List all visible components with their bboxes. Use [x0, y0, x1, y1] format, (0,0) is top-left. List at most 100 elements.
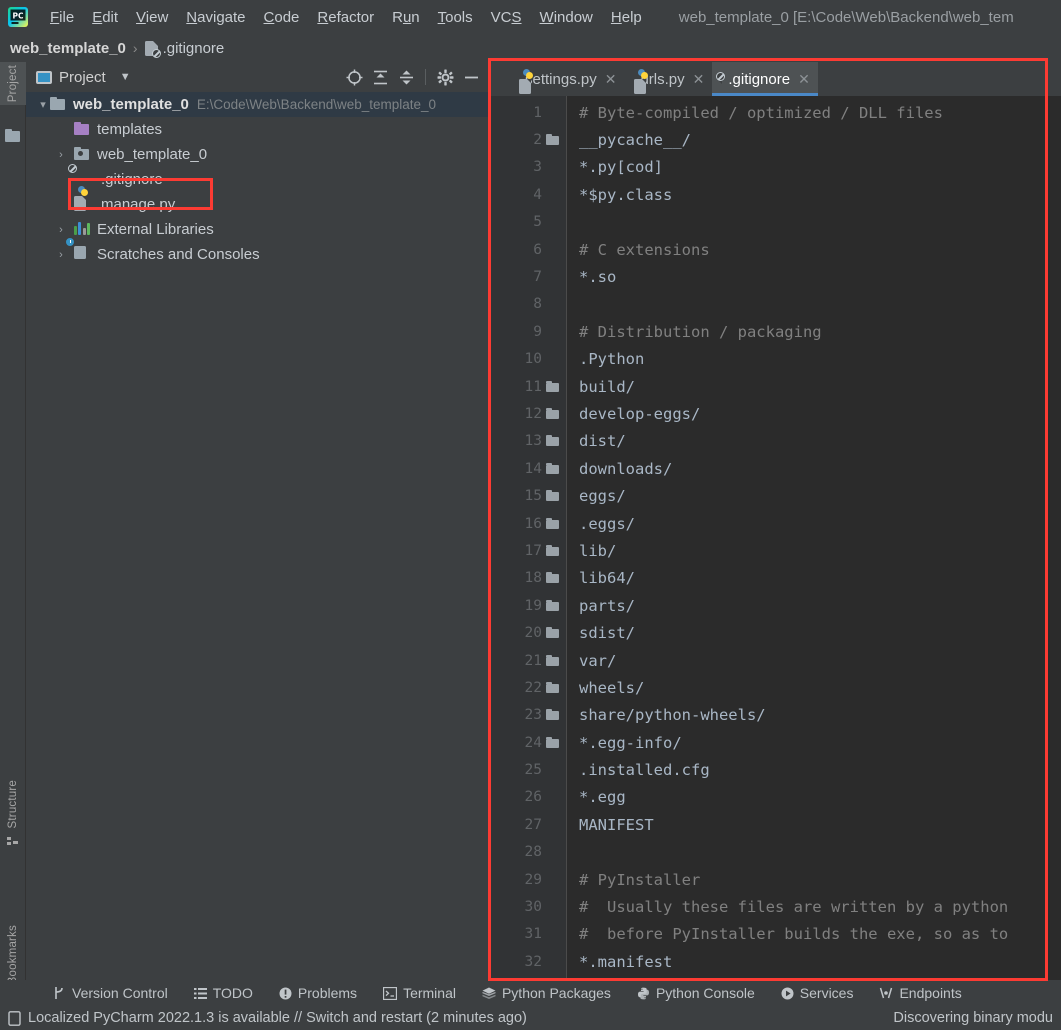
code-line[interactable]: *.py[cod] — [579, 154, 1061, 181]
close-icon[interactable]: ✕ — [693, 71, 705, 88]
code-line[interactable]: *.egg-info/ — [579, 729, 1061, 756]
gutter-line[interactable]: 23 — [489, 702, 566, 729]
gutter-line[interactable]: 31 — [489, 921, 566, 948]
code-line[interactable]: lib64/ — [579, 565, 1061, 592]
code-line[interactable]: downloads/ — [579, 455, 1061, 482]
gutter-line[interactable]: 24 — [489, 729, 566, 756]
gutter-line[interactable]: 19 — [489, 592, 566, 619]
menu-navigate[interactable]: Navigate — [177, 7, 254, 28]
gutter-line[interactable]: 12 — [489, 400, 566, 427]
toolwindow-services[interactable]: Services — [768, 985, 867, 1001]
rail-item-structure[interactable]: Structure — [0, 777, 26, 847]
notification-icon[interactable] — [8, 1010, 21, 1026]
code-line[interactable]: parts/ — [579, 592, 1061, 619]
code-line[interactable]: *.so — [579, 263, 1061, 290]
breadcrumb-file[interactable]: .gitignore — [144, 40, 224, 58]
toolwindow-version-control[interactable]: Version Control — [40, 985, 181, 1001]
code-line[interactable]: lib/ — [579, 537, 1061, 564]
code-line[interactable]: eggs/ — [579, 482, 1061, 509]
menu-view[interactable]: View — [127, 7, 177, 28]
code-line[interactable]: sdist/ — [579, 619, 1061, 646]
gutter-line[interactable]: 7 — [489, 263, 566, 290]
toolwindow-terminal[interactable]: Terminal — [370, 985, 469, 1001]
gutter-line[interactable]: 8 — [489, 291, 566, 318]
chevron-down-icon[interactable]: ▼ — [120, 71, 131, 83]
gutter-line[interactable]: 1 — [489, 99, 566, 126]
gutter-line[interactable]: 28 — [489, 839, 566, 866]
code-line[interactable]: develop-eggs/ — [579, 400, 1061, 427]
code-line[interactable]: *$py.class — [579, 181, 1061, 208]
gutter-line[interactable]: 5 — [489, 209, 566, 236]
gutter-line[interactable]: 29 — [489, 866, 566, 893]
menu-window[interactable]: Window — [531, 7, 602, 28]
gutter-line[interactable]: 20 — [489, 619, 566, 646]
code-line[interactable]: # C extensions — [579, 236, 1061, 263]
tree-item-scratches-and-consoles[interactable]: › Scratches and Consoles — [26, 237, 489, 267]
select-opened-file-icon[interactable] — [342, 65, 366, 89]
toolwindow-python-packages[interactable]: Python Packages — [469, 985, 624, 1001]
tree-item-web-template-0-root[interactable]: ▾ web_template_0 E:\Code\Web\Backend\web… — [26, 92, 489, 117]
code-line[interactable]: # Distribution / packaging — [579, 318, 1061, 345]
menu-code[interactable]: Code — [255, 7, 309, 28]
code-line[interactable]: # Usually these files are written by a p… — [579, 893, 1061, 920]
tree-item-manage-py[interactable]: manage.py — [26, 186, 489, 217]
toolwindow-problems[interactable]: Problems — [266, 985, 370, 1001]
tab-urls-py[interactable]: urls.py ✕ — [624, 62, 712, 96]
toolwindow-endpoints[interactable]: Endpoints — [866, 985, 974, 1001]
gutter-line[interactable]: 25 — [489, 756, 566, 783]
tab-gitignore[interactable]: .gitignore ✕ — [712, 62, 819, 96]
menu-edit[interactable]: Edit — [83, 7, 127, 28]
gutter-line[interactable]: 26 — [489, 784, 566, 811]
chevron-right-icon[interactable]: › — [54, 224, 68, 236]
gutter-line[interactable]: 32 — [489, 948, 566, 975]
menu-help[interactable]: Help — [602, 7, 651, 28]
code-line[interactable]: var/ — [579, 647, 1061, 674]
code-line[interactable] — [579, 291, 1061, 318]
editor-code-column[interactable]: # Byte-compiled / optimized / DLL files _… — [567, 96, 1061, 980]
expand-all-icon[interactable] — [368, 65, 392, 89]
menu-run[interactable]: Run — [383, 7, 429, 28]
hide-panel-icon[interactable] — [459, 65, 483, 89]
folder-icon[interactable] — [0, 124, 26, 146]
code-line[interactable]: .installed.cfg — [579, 756, 1061, 783]
code-line[interactable]: build/ — [579, 373, 1061, 400]
code-line[interactable] — [579, 839, 1061, 866]
gutter-line[interactable]: 9 — [489, 318, 566, 345]
code-line[interactable]: MANIFEST — [579, 811, 1061, 838]
code-line[interactable]: dist/ — [579, 428, 1061, 455]
collapse-all-icon[interactable] — [394, 65, 418, 89]
gutter-line[interactable]: 16 — [489, 510, 566, 537]
menu-vcs[interactable]: VCS — [482, 7, 531, 28]
gutter-line[interactable]: 14 — [489, 455, 566, 482]
code-line[interactable]: *.manifest — [579, 948, 1061, 975]
gutter-line[interactable]: 15 — [489, 482, 566, 509]
chevron-right-icon[interactable]: › — [54, 249, 68, 261]
code-line[interactable]: *.egg — [579, 784, 1061, 811]
menu-tools[interactable]: Tools — [429, 7, 482, 28]
settings-gear-icon[interactable] — [433, 65, 457, 89]
gutter-line[interactable]: 6 — [489, 236, 566, 263]
code-line[interactable]: .eggs/ — [579, 510, 1061, 537]
code-line[interactable]: wheels/ — [579, 674, 1061, 701]
close-icon[interactable]: ✕ — [798, 71, 810, 88]
breadcrumb-project[interactable]: web_template_0 — [10, 40, 126, 57]
tree-item-gitignore[interactable]: .gitignore — [26, 164, 489, 192]
gutter-line[interactable]: 2 — [489, 126, 566, 153]
gutter-line[interactable]: 13 — [489, 428, 566, 455]
code-line[interactable]: __pycache__/ — [579, 126, 1061, 153]
tree-item-external-libraries[interactable]: › External Libraries — [26, 217, 489, 242]
toolwindow-python-console[interactable]: Python Console — [624, 985, 768, 1001]
chevron-down-icon[interactable]: ▾ — [36, 98, 50, 111]
editor-gutter[interactable]: 1 2 3 4 5 6 7 8 9 10 11 12 13 14 15 16 17 18 19 20 21 22 23 24 2… — [489, 96, 567, 980]
menu-file[interactable]: File — [41, 7, 83, 28]
gutter-line[interactable]: 10 — [489, 346, 566, 373]
code-line[interactable]: # Byte-compiled / optimized / DLL files — [579, 99, 1061, 126]
code-line[interactable]: # before PyInstaller builds the exe, so … — [579, 921, 1061, 948]
gutter-line[interactable]: 27 — [489, 811, 566, 838]
gutter-line[interactable]: 30 — [489, 893, 566, 920]
tree-item-web-template-0-package[interactable]: › web_template_0 — [26, 142, 489, 167]
gutter-line[interactable]: 3 — [489, 154, 566, 181]
gutter-line[interactable]: 18 — [489, 565, 566, 592]
code-line[interactable]: share/python-wheels/ — [579, 702, 1061, 729]
gutter-line[interactable]: 11 — [489, 373, 566, 400]
